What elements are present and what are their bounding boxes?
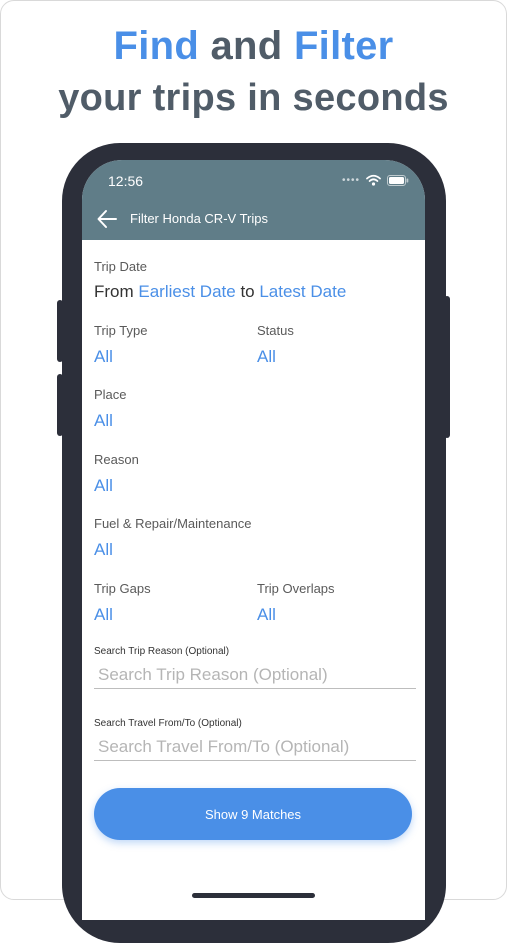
search-travel-input[interactable] — [94, 734, 416, 761]
status-icons: •••• — [342, 174, 409, 186]
battery-icon — [387, 174, 409, 186]
status-value[interactable]: All — [257, 347, 276, 367]
headline-line-2: your trips in seconds — [58, 77, 449, 119]
phone-side-button-right — [444, 296, 450, 438]
place-value[interactable]: All — [94, 411, 113, 431]
status-time: 12:56 — [108, 173, 144, 189]
earliest-date-link[interactable]: Earliest Date — [138, 282, 235, 301]
headline-line-1: Find and Filter — [113, 24, 394, 68]
fuel-repair-label: Fuel & Repair/Maintenance — [94, 516, 252, 531]
trip-type-value[interactable]: All — [94, 347, 113, 367]
arrow-left-icon[interactable] — [96, 209, 118, 229]
home-indicator — [192, 893, 315, 898]
status-label: Status — [257, 323, 294, 338]
reason-label: Reason — [94, 452, 139, 467]
trip-date-range: From Earliest Date to Latest Date — [94, 282, 347, 301]
app-bar: 12:56 •••• Filter Honda CR-V Trips — [82, 160, 425, 240]
trip-type-label: Trip Type — [94, 323, 148, 338]
phone-side-button-left-2 — [57, 374, 63, 436]
reason-value[interactable]: All — [94, 476, 113, 496]
phone-side-button-left — [57, 300, 63, 362]
trip-overlaps-label: Trip Overlaps — [257, 581, 335, 596]
search-reason-label: Search Trip Reason (Optional) — [94, 646, 230, 657]
phone-screen: 12:56 •••• Filter Honda CR-V Trips Trip … — [82, 160, 425, 920]
search-reason-input[interactable] — [94, 662, 416, 689]
search-travel-label: Search Travel From/To (Optional) — [94, 718, 242, 729]
nav-title: Filter Honda CR-V Trips — [130, 211, 268, 226]
signal-dots-icon: •••• — [341, 174, 360, 186]
place-label: Place — [94, 387, 127, 402]
trip-overlaps-value[interactable]: All — [257, 605, 276, 625]
fuel-repair-value[interactable]: All — [94, 540, 113, 560]
wifi-icon — [366, 174, 381, 186]
show-matches-button[interactable]: Show 9 Matches — [94, 788, 412, 840]
trip-gaps-label: Trip Gaps — [94, 581, 151, 596]
trip-gaps-value[interactable]: All — [94, 605, 113, 625]
latest-date-link[interactable]: Latest Date — [259, 282, 346, 301]
trip-date-label: Trip Date — [94, 259, 147, 274]
